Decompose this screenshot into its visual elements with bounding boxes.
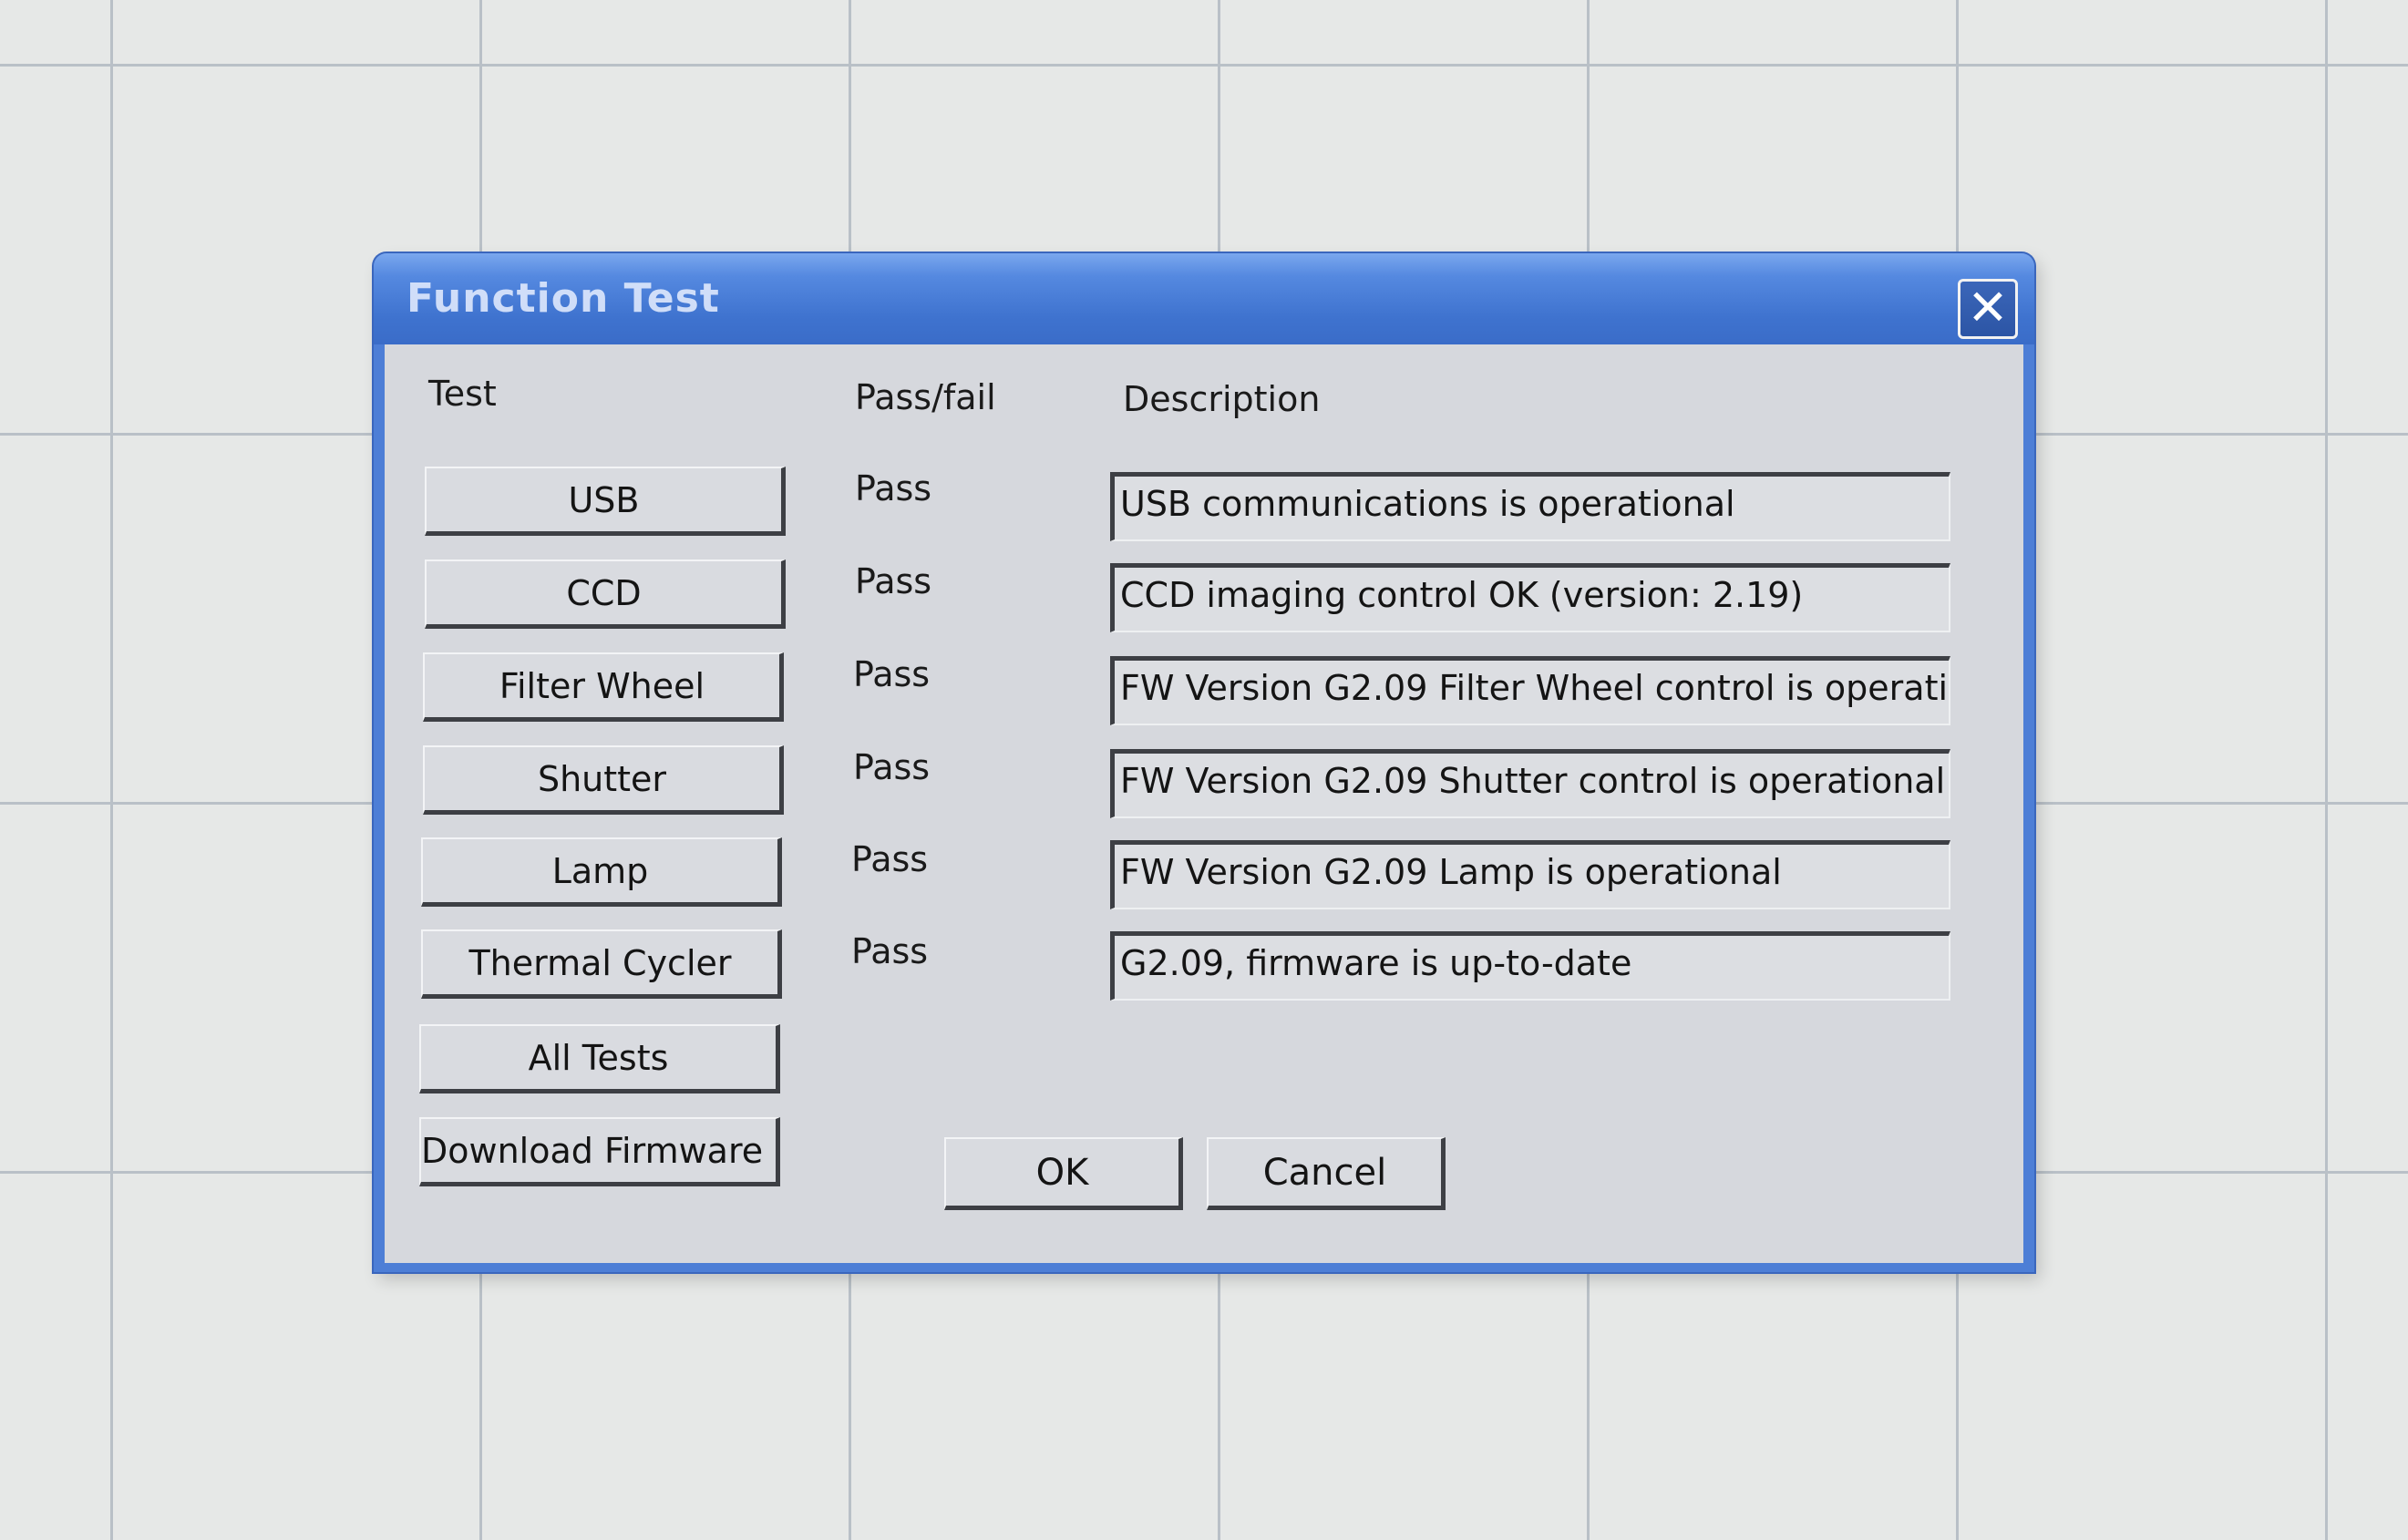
test-column-header: Test: [428, 374, 497, 414]
ccd-test-button[interactable]: CCD: [425, 560, 786, 629]
dialog-body: Test Pass/fail Description USB Pass USB …: [385, 344, 2023, 1263]
usb-result: Pass: [855, 468, 932, 508]
thermal-cycler-description-field: G2.09, firmware is up-to-date: [1110, 931, 1950, 1001]
shutter-description-field: FW Version G2.09 Shutter control is oper…: [1110, 749, 1950, 818]
function-test-dialog: Function Test ✕ Test Pass/fail Descripti…: [374, 253, 2034, 1272]
download-firmware-button[interactable]: Download Firmware ...: [419, 1117, 780, 1186]
ccd-description-field: CCD imaging control OK (version: 2.19): [1110, 563, 1950, 632]
filter-wheel-test-button[interactable]: Filter Wheel: [423, 652, 784, 722]
filter-wheel-description-field: FW Version G2.09 Filter Wheel control is…: [1110, 656, 1950, 725]
filter-wheel-result: Pass: [853, 654, 931, 694]
dialog-title: Function Test: [406, 275, 720, 322]
ok-button[interactable]: OK: [944, 1137, 1183, 1210]
all-tests-button[interactable]: All Tests: [419, 1024, 780, 1093]
lamp-description-field: FW Version G2.09 Lamp is operational: [1110, 840, 1950, 909]
usb-test-button[interactable]: USB: [425, 467, 786, 536]
lamp-result: Pass: [851, 839, 929, 879]
thermal-cycler-result: Pass: [851, 931, 929, 971]
close-icon[interactable]: ✕: [1958, 279, 2018, 339]
thermal-cycler-test-button[interactable]: Thermal Cycler: [421, 929, 782, 999]
shutter-test-button[interactable]: Shutter: [423, 745, 784, 815]
pass-fail-column-header: Pass/fail: [855, 377, 996, 417]
title-bar[interactable]: Function Test ✕: [374, 253, 2034, 344]
lamp-test-button[interactable]: Lamp: [421, 837, 782, 907]
shutter-result: Pass: [853, 747, 931, 787]
usb-description-field: USB communications is operational: [1110, 472, 1950, 541]
cancel-button[interactable]: Cancel: [1207, 1137, 1446, 1210]
ccd-result: Pass: [855, 561, 932, 601]
description-column-header: Description: [1123, 379, 1321, 419]
